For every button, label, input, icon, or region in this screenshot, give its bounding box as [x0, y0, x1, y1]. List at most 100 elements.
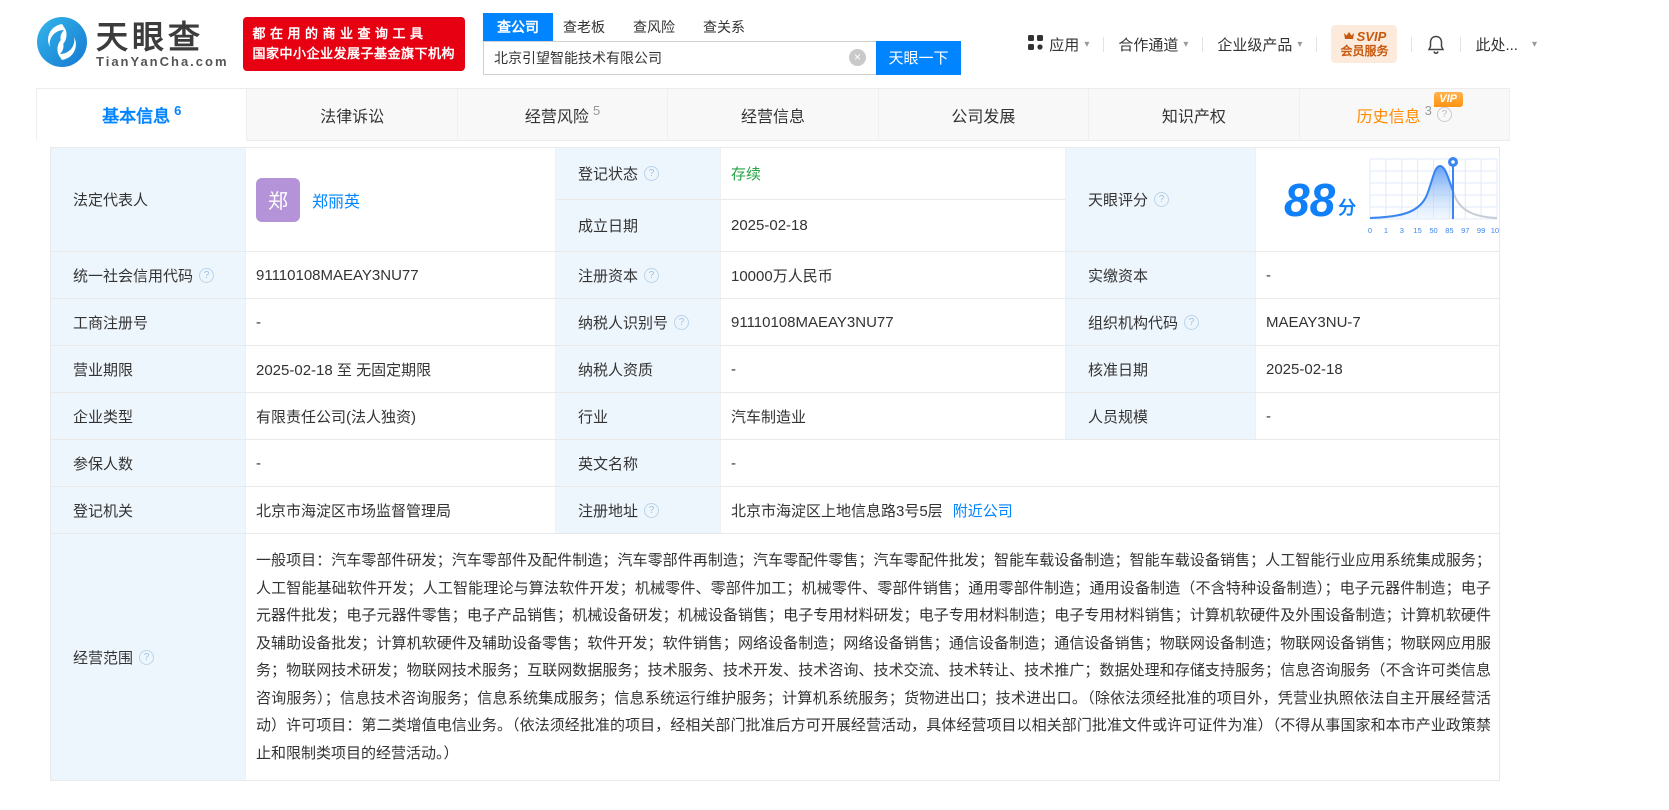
reg-capital-label: 注册资本?: [555, 252, 720, 298]
taxpayer-qualification-label: 纳税人资质: [555, 346, 720, 392]
divider: [1103, 37, 1104, 52]
insured-count-label: 参保人数: [51, 440, 245, 486]
table-row: 参保人数 - 英文名称 -: [51, 440, 1499, 487]
paid-capital-value: -: [1255, 252, 1499, 298]
nav-enterprise[interactable]: 企业级产品 ▾: [1217, 34, 1302, 55]
tab-basic-info[interactable]: 基本信息 6: [36, 89, 247, 141]
search-tab-risk[interactable]: 查风险: [623, 13, 685, 41]
business-scope-label: 经营范围 ?: [51, 534, 245, 780]
help-icon[interactable]: ?: [139, 650, 154, 665]
tab-count: 6: [174, 103, 181, 118]
company-type-value: 有限责任公司(法人独资): [245, 393, 555, 439]
tab-operating-risk[interactable]: 经营风险 5: [458, 89, 668, 140]
staff-size-value: -: [1255, 393, 1499, 439]
svg-text:99: 99: [1477, 226, 1485, 235]
chevron-down-icon: ▾: [1532, 39, 1537, 50]
approval-date-value: 2025-02-18: [1255, 346, 1499, 392]
slogan-line2: 国家中小企业发展子基金旗下机构: [253, 44, 456, 64]
help-icon[interactable]: ?: [644, 166, 659, 181]
nav-apps[interactable]: 应用 ▾: [1028, 34, 1089, 55]
search-row: × 天眼一下: [483, 41, 961, 75]
staff-size-label: 人员规模: [1065, 393, 1255, 439]
insured-count-value: -: [245, 440, 555, 486]
status-badge: 存续: [731, 163, 761, 184]
business-reg-no-value: -: [245, 299, 555, 345]
table-row: 法定代表人 郑 郑丽英 登记状态 ? 存续 天眼评分 ? 88 分: [51, 148, 1499, 252]
brand-domain: TianYanCha.com: [96, 54, 229, 69]
tianyancha-logo[interactable]: 天眼查 TianYanCha.com: [36, 16, 229, 73]
credit-code-label: 统一社会信用代码?: [51, 252, 245, 298]
legal-rep-value: 郑 郑丽英: [245, 148, 555, 251]
registry-authority-value: 北京市海淀区市场监督管理局: [245, 487, 555, 533]
business-term-label: 营业期限: [51, 346, 245, 392]
svip-label: SVIP: [1357, 29, 1387, 44]
reg-capital-value: 10000万人民币: [720, 252, 1065, 298]
org-code-label: 组织机构代码?: [1065, 299, 1255, 345]
top-bar: 天眼查 TianYanCha.com 都在用的商业查询工具 国家中小企业发展子基…: [0, 0, 1669, 88]
nearby-companies-link[interactable]: 附近公司: [953, 500, 1013, 521]
help-icon[interactable]: ?: [1154, 192, 1169, 207]
svg-text:97: 97: [1461, 226, 1469, 235]
svg-text:3: 3: [1400, 226, 1404, 235]
tab-business-info[interactable]: 经营信息: [668, 89, 878, 140]
score-value: 88 分: [1255, 148, 1499, 251]
business-reg-no-label: 工商注册号: [51, 299, 245, 345]
search-tab-company[interactable]: 查公司: [483, 13, 553, 41]
nav-apps-label: 应用: [1049, 34, 1079, 55]
user-menu[interactable]: 此处... ▾: [1475, 34, 1537, 55]
help-icon[interactable]: ?: [644, 268, 659, 283]
chevron-down-icon: ▾: [1297, 39, 1302, 50]
help-icon[interactable]: ?: [1437, 107, 1452, 122]
clear-search-icon[interactable]: ×: [849, 49, 866, 66]
search-tab-relation[interactable]: 查关系: [693, 13, 755, 41]
help-icon[interactable]: ?: [199, 268, 214, 283]
section-tabbar: 基本信息 6 法律诉讼 经营风险 5 经营信息 公司发展 知识产权 VIP 历史…: [36, 88, 1510, 141]
reg-status-label: 登记状态 ?: [555, 148, 720, 199]
legal-rep-link[interactable]: 郑丽英: [312, 188, 360, 212]
table-row: 登记机关 北京市海淀区市场监督管理局 注册地址? 北京市海淀区上地信息路3号5层…: [51, 487, 1499, 534]
tab-label: 公司发展: [951, 103, 1015, 127]
help-icon[interactable]: ?: [674, 315, 689, 330]
help-icon[interactable]: ?: [1184, 315, 1199, 330]
tab-count: 5: [593, 103, 600, 118]
svg-text:1: 1: [1384, 226, 1388, 235]
tab-label: 基本信息: [102, 102, 170, 127]
table-row: 统一社会信用代码? 91110108MAEAY3NU77 注册资本? 10000…: [51, 252, 1499, 299]
search-input[interactable]: [484, 50, 849, 66]
score-distribution-chart: 0 1 3 15 50 85 97 99 100: [1366, 155, 1499, 245]
tab-company-development[interactable]: 公司发展: [879, 89, 1089, 140]
vip-badge: VIP: [1434, 92, 1463, 107]
divider: [1316, 37, 1317, 52]
brand-name: 天眼查: [96, 20, 229, 54]
avatar[interactable]: 郑: [256, 178, 300, 222]
help-icon[interactable]: ?: [644, 503, 659, 518]
english-name-label: 英文名称: [555, 440, 720, 486]
credit-code-value: 91110108MAEAY3NU77: [245, 252, 555, 298]
nav-partner[interactable]: 合作通道 ▾: [1118, 34, 1188, 55]
tab-count: 3: [1425, 103, 1432, 118]
svip-member-button[interactable]: SVIP 会员服务: [1331, 25, 1397, 63]
search-tabs: 查公司 查老板 查风险 查关系: [483, 14, 961, 41]
notification-bell-icon[interactable]: [1426, 34, 1446, 55]
english-name-value: -: [720, 440, 1499, 486]
industry-label: 行业: [555, 393, 720, 439]
search-tab-boss[interactable]: 查老板: [553, 13, 615, 41]
brand-slogan-badge: 都在用的商业查询工具 国家中小企业发展子基金旗下机构: [243, 17, 466, 71]
score-unit: 分: [1338, 194, 1356, 220]
header-nav: 应用 ▾ 合作通道 ▾ 企业级产品 ▾ SVIP 会员服务: [1028, 25, 1537, 63]
tab-history-info[interactable]: VIP 历史信息 3 ?: [1300, 89, 1510, 140]
reg-address-value: 北京市海淀区上地信息路3号5层 附近公司: [720, 487, 1499, 533]
tab-intellectual-property[interactable]: 知识产权: [1089, 89, 1299, 140]
divider: [1460, 37, 1461, 52]
tab-label: 法律诉讼: [320, 103, 384, 127]
search-button[interactable]: 天眼一下: [876, 41, 961, 75]
paid-capital-label: 实缴资本: [1065, 252, 1255, 298]
industry-value: 汽车制造业: [720, 393, 1065, 439]
table-row: 工商注册号 - 纳税人识别号? 91110108MAEAY3NU77 组织机构代…: [51, 299, 1499, 346]
chevron-down-icon: ▾: [1183, 39, 1188, 50]
table-row: 营业期限 2025-02-18 至 无固定期限 纳税人资质 - 核准日期 202…: [51, 346, 1499, 393]
svg-text:85: 85: [1445, 226, 1453, 235]
reg-status-value: 存续: [720, 148, 1065, 199]
tab-legal-proceedings[interactable]: 法律诉讼: [247, 89, 457, 140]
divider: [1202, 37, 1203, 52]
